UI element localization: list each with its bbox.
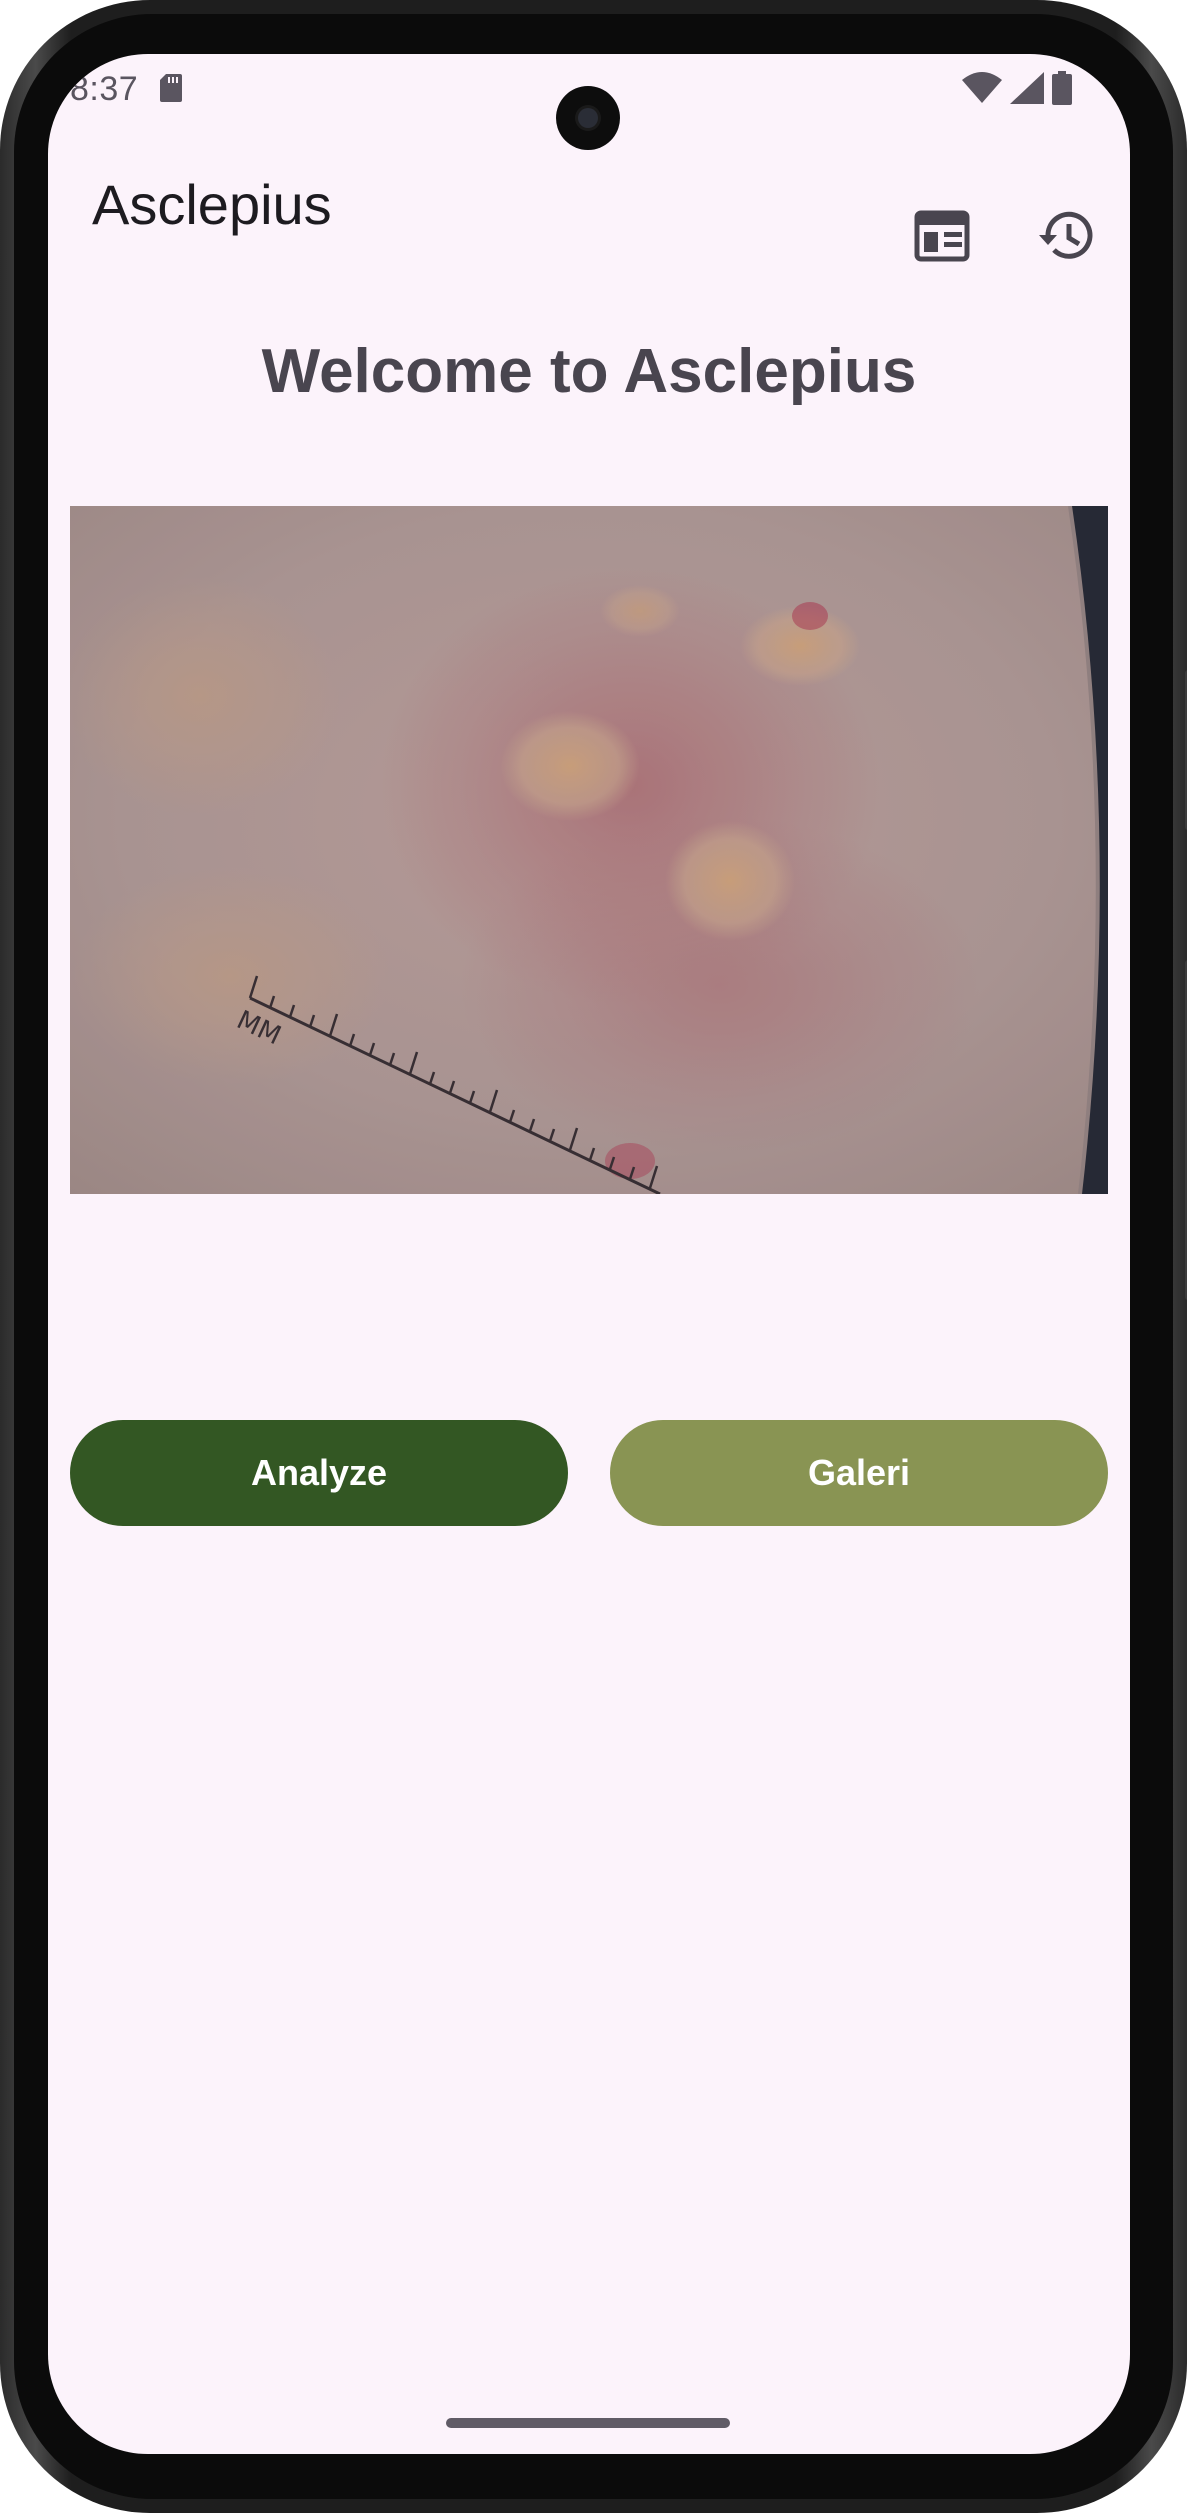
analyze-button[interactable]: Analyze [70, 1420, 568, 1526]
history-icon [1039, 211, 1093, 259]
status-icons [962, 70, 1072, 106]
history-button[interactable] [1024, 194, 1108, 278]
phone-frame: 8:37 Asclepius Welcome to Asclepius MM A… [0, 0, 1187, 2513]
gallery-button-label: Galeri [807, 1452, 911, 1493]
app-screen: 8:37 Asclepius Welcome to Asclepius MM A… [48, 54, 1130, 2454]
welcome-heading: Welcome to Asclepius [261, 337, 917, 406]
sd-card-icon [160, 74, 182, 102]
home-indicator[interactable] [446, 2418, 730, 2428]
battery-icon [1052, 71, 1072, 105]
status-time: 8:37 [70, 70, 139, 108]
analyze-button-label: Analyze [250, 1452, 388, 1493]
cellular-signal-icon [1010, 72, 1044, 104]
app-title: Asclepius [92, 173, 332, 236]
newspaper-icon [914, 210, 970, 262]
gallery-button[interactable]: Galeri [610, 1420, 1108, 1526]
news-button[interactable] [900, 194, 984, 278]
dermoscopy-image: MM [70, 506, 1108, 1194]
front-camera [556, 86, 620, 150]
wifi-icon [962, 72, 1002, 103]
